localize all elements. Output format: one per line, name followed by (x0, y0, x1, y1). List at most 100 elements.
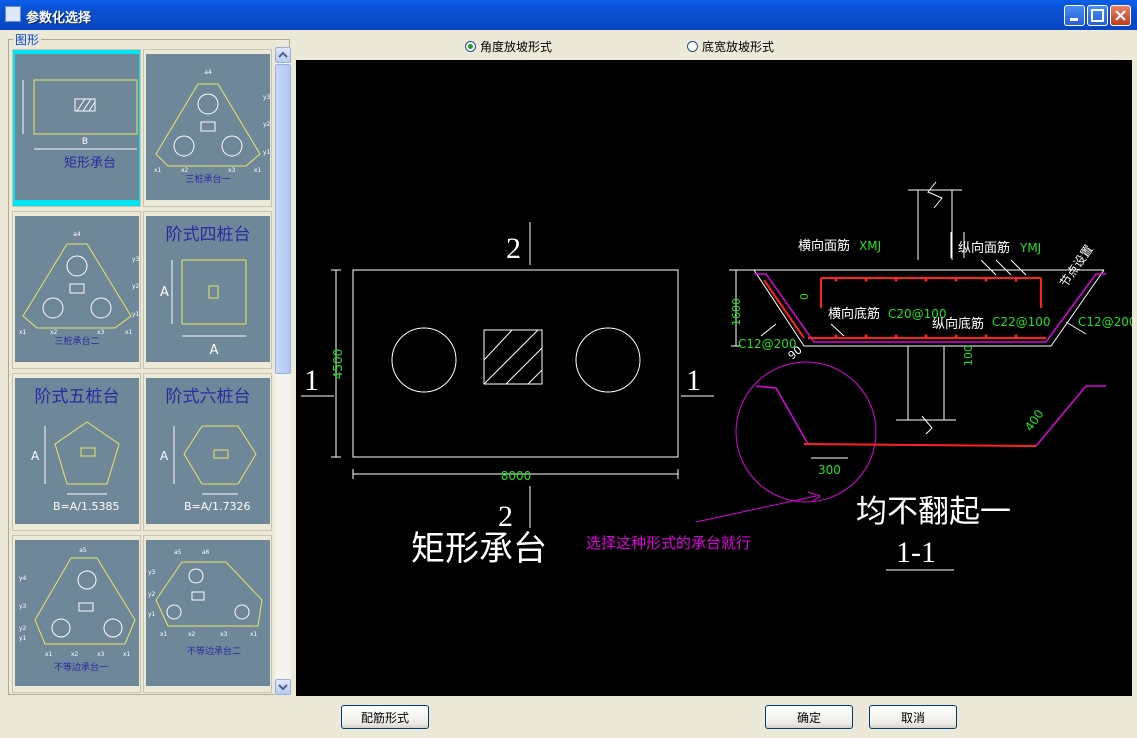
preview-drawing: 2 2 1 1 8000 4500 矩形承台 选择这种形式的承台就行 横向面筋 … (301, 181, 1137, 571)
section-title: 1-1 (896, 536, 936, 569)
thumb-dim: x1 (254, 167, 262, 174)
window-title: 参数化选择 (26, 11, 92, 26)
thumb-dim: x1 (123, 651, 131, 658)
radio-dot-icon (687, 41, 698, 52)
minimize-icon (1070, 18, 1078, 21)
rebar-form-label: 配筋形式 (360, 710, 409, 725)
thumb-label: 矩形承台 (64, 156, 116, 171)
close-button[interactable] (1110, 5, 1131, 26)
ok-button[interactable]: 确定 (765, 705, 853, 729)
thumb-dim: y4 (19, 575, 27, 582)
section-height-dim: 1600 (730, 298, 743, 326)
scroll-down-button[interactable] (275, 679, 291, 695)
thumb-three-pile-1[interactable]: a4 y3 y2 y1 x1 x2 x3 x1 三桩承台一 (143, 49, 272, 207)
column-section (908, 189, 962, 260)
thumb-dim: B (82, 137, 88, 147)
thumb-dim: y1 (19, 635, 27, 642)
thumb-dim: x1 (19, 329, 27, 336)
maximize-icon (1091, 9, 1104, 22)
radio-angle-slope[interactable]: 角度放坡形式 (465, 38, 552, 55)
top-bar-code: XMJ (859, 239, 881, 253)
thumb-dim: y1 (132, 311, 139, 318)
radio-width-slope[interactable]: 底宽放坡形式 (687, 38, 774, 55)
detail-300: 300 (818, 463, 841, 477)
thumb-dim: a4 (204, 69, 212, 76)
thumb-dim: B=A/1.7326 (184, 500, 250, 513)
long-top-label: 纵向面筋 (958, 240, 1010, 256)
thumb-rect-cap[interactable]: B 矩形承台 (12, 49, 141, 207)
thumb-dim: y1 (148, 611, 156, 618)
thumb-dim: a5 (174, 549, 182, 556)
thumb-dim: x1 (45, 651, 53, 658)
cancel-label: 取消 (900, 710, 925, 725)
section-annotation: 均不翻起一 (856, 494, 1011, 529)
thumb-unequal-2[interactable]: a5 a6 y3 y2 y1 x1 x2 x3 x1 不等边承台二 (143, 535, 272, 693)
thumb-dim: x1 (160, 631, 168, 638)
thumb-label: 阶式六桩台 (166, 387, 251, 407)
button-bar: 配筋形式 确定 取消 (0, 697, 1137, 738)
title-bar: 参数化选择 (0, 0, 1137, 30)
section-mark-bottom: 2 (498, 500, 513, 533)
slope-options: 角度放坡形式 底宽放坡形式 (295, 33, 1132, 57)
thumb-label: 不等边承台二 (187, 645, 241, 657)
shape-panel: 图形 B 矩形承台 a4 y3 y2 y1 x1 x2 x3 x1 三桩承台一 … (5, 31, 291, 696)
thumb-label: 三桩承台一 (185, 173, 230, 185)
thumb-dim: x1 (154, 167, 162, 174)
thumb-dim: x2 (181, 167, 189, 174)
preview-canvas: 2 2 1 1 8000 4500 矩形承台 选择这种形式的承台就行 横向面筋 … (296, 60, 1137, 696)
bottom-bar-label: 横向底筋 (828, 306, 880, 322)
thumb-step-four-pile[interactable]: 阶式四桩台 A A (143, 211, 272, 369)
shape-list: B 矩形承台 a4 y3 y2 y1 x1 x2 x3 x1 三桩承台一 a4 … (12, 49, 272, 695)
scroll-up-button[interactable] (275, 47, 291, 63)
plan-height-dim: 4500 (331, 349, 345, 380)
rebar-form-button[interactable]: 配筋形式 (341, 705, 429, 729)
radio-width-label: 底宽放坡形式 (702, 40, 775, 54)
thumb-step-six-pile[interactable]: 阶式六桩台 A B=A/1.7326 (143, 373, 272, 531)
maximize-button[interactable] (1087, 5, 1108, 26)
close-icon (1115, 10, 1126, 21)
thumb-dim: y3 (132, 256, 139, 263)
chevron-down-icon (278, 684, 288, 691)
scroll-thumb[interactable] (275, 64, 291, 374)
thumb-dim: x2 (188, 631, 196, 638)
plan-outline (352, 269, 679, 458)
section-zero: 0 (798, 293, 811, 300)
thumb-dim: x3 (220, 631, 228, 638)
thumb-three-pile-2[interactable]: a4 y3 y2 y1 x1 x2 x3 x1 三桩承台二 (12, 211, 141, 369)
section-mark-right: 1 (686, 364, 701, 397)
section-bottom-dim: 100 (962, 345, 975, 366)
thumb-dim: x3 (228, 167, 236, 174)
thumb-unequal-1[interactable]: a5 y4 y3 y2 y1 x1 x2 x3 x1 不等边承台一 (12, 535, 141, 693)
ok-label: 确定 (796, 710, 821, 725)
thumb-dim: A (160, 449, 169, 463)
detail-400: 400 (1022, 407, 1047, 434)
section-mark-left: 1 (304, 364, 319, 397)
thumb-dim: y3 (148, 569, 156, 576)
top-bar-label: 横向面筋 (798, 238, 850, 254)
plan-note: 选择这种形式的承台就行 (586, 534, 751, 552)
minimize-button[interactable] (1064, 5, 1085, 26)
thumb-dim: a4 (73, 231, 81, 238)
thumb-label: 阶式五桩台 (35, 387, 120, 407)
thumb-dim: A (210, 343, 219, 358)
cancel-button[interactable]: 取消 (869, 705, 957, 729)
chevron-up-icon (278, 51, 288, 58)
shape-list-scrollbar[interactable] (275, 47, 291, 695)
section-mark-top: 2 (506, 232, 521, 265)
thumb-dim: x1 (250, 631, 258, 638)
radio-dot-icon (465, 41, 476, 52)
thumb-dim: x3 (97, 651, 105, 658)
thumb-dim: y2 (148, 591, 156, 598)
thumb-dim: x2 (71, 651, 79, 658)
thumb-dim: y1 (263, 149, 270, 156)
thumb-dim: y2 (19, 625, 27, 632)
side-left-code: C12@200 (738, 337, 797, 351)
thumb-dim: x2 (50, 329, 58, 336)
thumb-dim: a6 (202, 549, 210, 556)
thumb-dim: a5 (79, 547, 87, 554)
shape-group-label: 图形 (13, 31, 42, 48)
thumb-dim: x3 (97, 329, 105, 336)
plan-title: 矩形承台 (411, 530, 547, 568)
pile-right (575, 327, 641, 393)
thumb-step-five-pile[interactable]: 阶式五桩台 A B=A/1.5385 (12, 373, 141, 531)
